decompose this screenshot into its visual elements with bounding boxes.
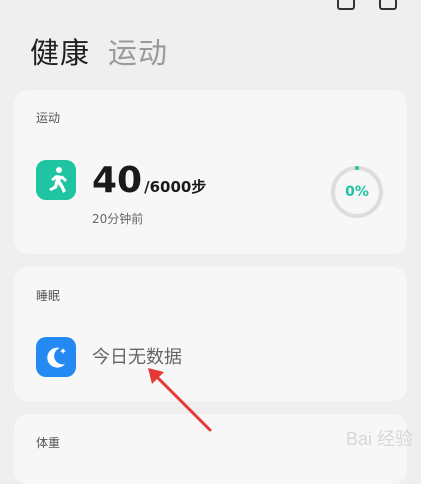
sleep-card[interactable]: 睡眠 今日无数据	[14, 267, 407, 401]
running-person-icon	[36, 160, 76, 200]
top-action-icon-2[interactable]	[379, 0, 397, 10]
top-tabs: 健康 运动	[30, 30, 168, 72]
steps-goal: /6000步	[144, 178, 207, 196]
card-title-exercise: 运动	[36, 111, 61, 125]
moon-icon	[36, 337, 76, 377]
steps-value: 40	[92, 160, 143, 201]
top-right-actions	[337, 0, 397, 10]
card-title-weight: 体重	[36, 436, 61, 450]
watermark: Bai 经验	[345, 429, 413, 449]
tab-health[interactable]: 健康	[30, 30, 90, 72]
sleep-status-text: 今日无数据	[92, 347, 182, 368]
top-action-icon-1[interactable]	[337, 0, 355, 10]
exercise-card[interactable]: 运动 40 /6000步 20分钟前 0%	[14, 90, 407, 254]
card-title-sleep: 睡眠	[36, 289, 61, 303]
steps-updated-time: 20分钟前	[92, 212, 144, 226]
steps-progress-text: 0%	[345, 184, 369, 200]
steps-summary: 40 /6000步	[92, 160, 206, 201]
tab-exercise[interactable]: 运动	[108, 30, 168, 72]
steps-progress-ring: 0%	[331, 166, 383, 218]
